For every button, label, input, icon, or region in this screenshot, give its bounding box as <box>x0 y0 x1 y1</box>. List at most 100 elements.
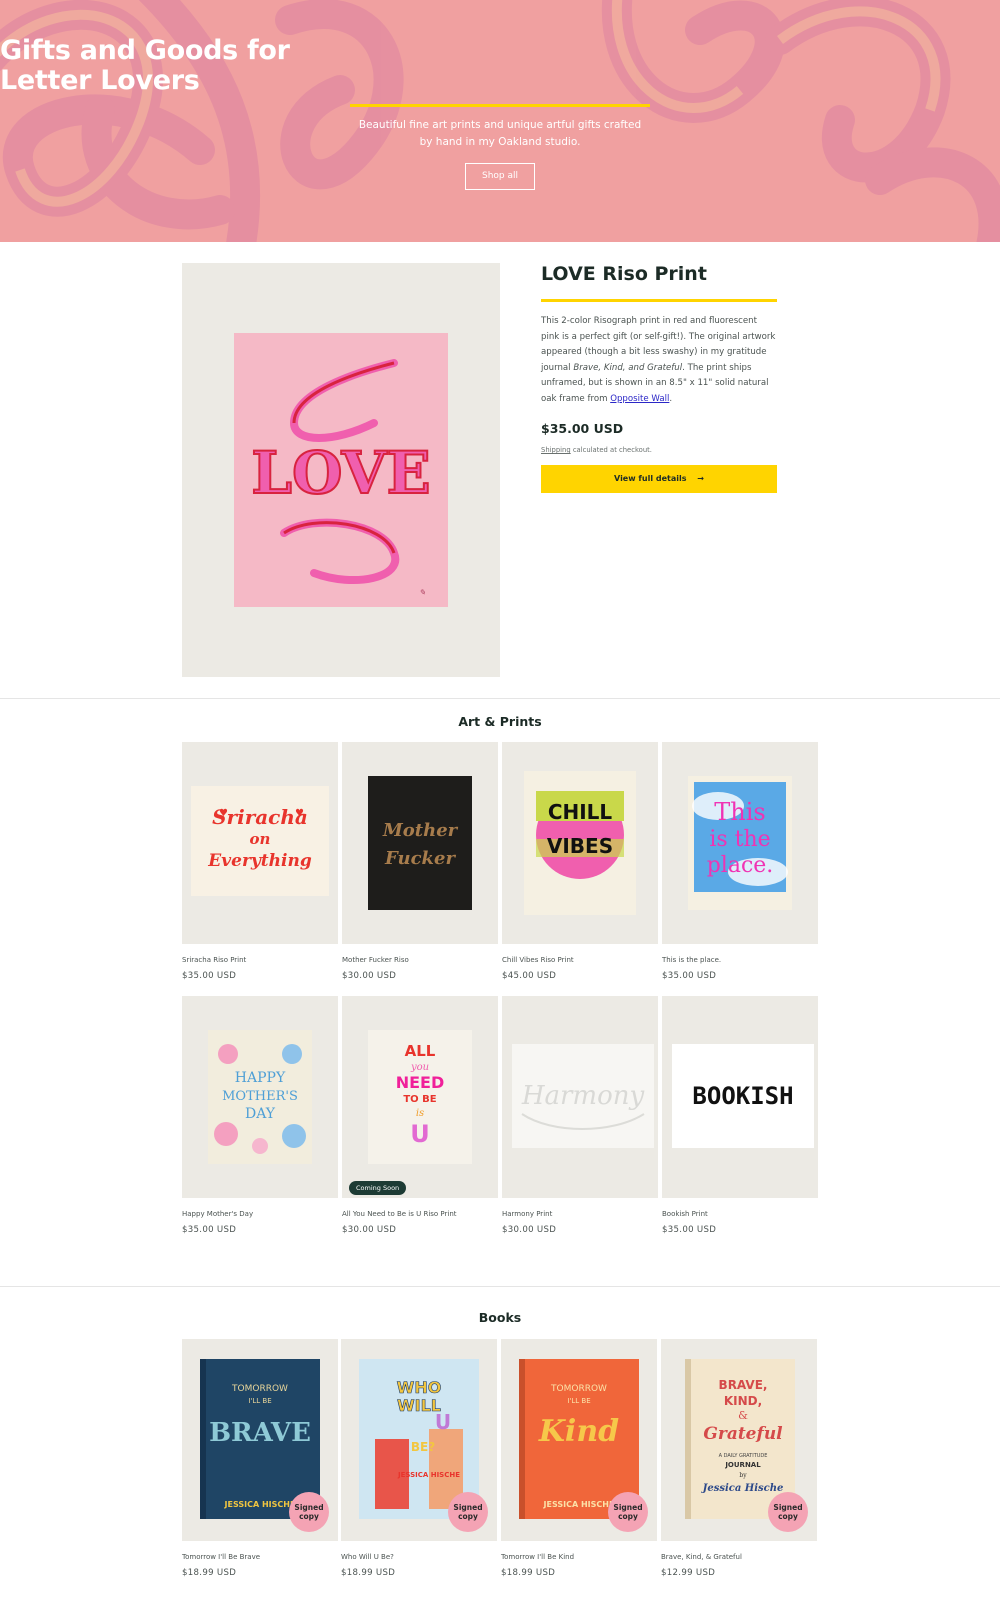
product-name[interactable]: Chill Vibes Riso Print <box>502 956 658 964</box>
svg-text:TO BE: TO BE <box>403 1094 436 1105</box>
svg-text:DAY: DAY <box>245 1106 276 1122</box>
product-image[interactable]: BRAVE, KIND, & Grateful A DAILY GRATITUD… <box>661 1339 817 1541</box>
product-image[interactable]: BOOKISH <box>662 996 818 1198</box>
art-prints-heading: Art & Prints <box>458 714 542 729</box>
svg-text:on: on <box>250 830 271 848</box>
product-name[interactable]: Happy Mother's Day <box>182 1210 338 1218</box>
shipping-text: calculated at checkout. <box>570 446 652 454</box>
featured-title-underline <box>541 299 777 302</box>
svg-text:BRAVE: BRAVE <box>209 1418 311 1448</box>
product-image[interactable]: Sriracha on Everything ♥ ♥ <box>182 742 338 944</box>
harmony-artwork: Harmony <box>512 1044 654 1148</box>
product-name[interactable]: Mother Fucker Riso <box>342 956 498 964</box>
svg-text:I'LL BE: I'LL BE <box>567 1397 590 1405</box>
svg-text:Fucker: Fucker <box>384 848 456 869</box>
svg-text:Grateful: Grateful <box>703 1424 783 1444</box>
signed-copy-badge: Signed copy <box>768 1492 808 1532</box>
opposite-wall-link[interactable]: Opposite Wall <box>610 394 669 404</box>
featured-product-image[interactable]: LOVE ✎ <box>182 263 500 677</box>
svg-text:JESSICA HISCHE: JESSICA HISCHE <box>397 1471 460 1479</box>
svg-text:BRAVE,: BRAVE, <box>719 1378 768 1392</box>
svg-text:BE?: BE? <box>411 1440 435 1454</box>
product-price: $18.99 USD <box>182 1568 237 1578</box>
shop-all-button[interactable]: Shop all <box>465 163 535 190</box>
product-name[interactable]: Brave, Kind, & Grateful <box>661 1553 817 1561</box>
view-full-details-button[interactable]: View full details → <box>541 465 777 493</box>
svg-text:✎: ✎ <box>419 588 426 597</box>
product-price: $18.99 USD <box>501 1568 556 1578</box>
svg-text:copy: copy <box>618 1512 638 1521</box>
product-card[interactable]: CHILL VIBES Chill Vibes Riso Print $45.0… <box>502 742 658 981</box>
svg-text:♥: ♥ <box>295 808 304 819</box>
svg-text:is the: is the <box>709 827 770 852</box>
product-price: $35.00 USD <box>182 1225 237 1235</box>
svg-text:NEED: NEED <box>396 1073 445 1092</box>
product-image[interactable]: TOMORROW I'LL BE Kind JESSICA HISCHE Sig… <box>501 1339 657 1541</box>
product-name[interactable]: Sriracha Riso Print <box>182 956 338 964</box>
signed-copy-badge: Signed copy <box>608 1492 648 1532</box>
product-image[interactable]: CHILL VIBES <box>502 742 658 944</box>
svg-text:Signed: Signed <box>613 1503 642 1512</box>
svg-text:MOTHER'S: MOTHER'S <box>222 1089 298 1104</box>
svg-text:I'LL BE: I'LL BE <box>248 1397 271 1405</box>
love-art-text: LOVE <box>251 439 431 507</box>
svg-text:A DAILY GRATITUDE: A DAILY GRATITUDE <box>719 1453 768 1459</box>
featured-product-title: LOVE Riso Print <box>541 263 707 285</box>
svg-text:Mother: Mother <box>382 820 459 841</box>
product-name[interactable]: Tomorrow I'll Be Brave <box>182 1553 338 1561</box>
product-card[interactable]: Harmony Harmony Print $30.00 USD <box>502 996 658 1235</box>
product-image[interactable]: HAPPY MOTHER'S DAY <box>182 996 338 1198</box>
product-card[interactable]: This is the place. This is the place. $3… <box>662 742 818 981</box>
product-card[interactable]: TOMORROW I'LL BE BRAVE JESSICA HISCHE Si… <box>182 1339 338 1578</box>
svg-text:ALL: ALL <box>405 1042 436 1060</box>
product-price: $35.00 USD <box>662 971 717 981</box>
books-heading: Books <box>478 1310 522 1325</box>
happy-mothers-day-artwork: HAPPY MOTHER'S DAY <box>208 1030 312 1164</box>
product-price: $30.00 USD <box>342 1225 397 1235</box>
product-name[interactable]: Who Will U Be? <box>341 1553 497 1561</box>
svg-text:copy: copy <box>778 1512 798 1521</box>
product-image[interactable]: WHO WILL U BE? JESSICA HISCHE Signed cop… <box>341 1339 497 1541</box>
product-price: $30.00 USD <box>342 971 397 981</box>
hero-underline <box>350 104 650 107</box>
product-image[interactable]: TOMORROW I'LL BE BRAVE JESSICA HISCHE Si… <box>182 1339 338 1541</box>
svg-text:BOOKISH: BOOKISH <box>692 1082 793 1110</box>
signed-copy-badge: Signed copy <box>289 1492 329 1532</box>
product-name[interactable]: This is the place. <box>662 956 818 964</box>
product-image[interactable]: ALL you NEED TO BE is U Coming Soon <box>342 996 498 1198</box>
product-name[interactable]: Bookish Print <box>662 1210 818 1218</box>
product-card[interactable]: WHO WILL U BE? JESSICA HISCHE Signed cop… <box>341 1339 497 1578</box>
product-image[interactable]: Mother Fucker <box>342 742 498 944</box>
product-card[interactable]: Mother Fucker Mother Fucker Riso $30.00 … <box>342 742 498 981</box>
section-divider <box>0 1286 1000 1287</box>
product-price: $45.00 USD <box>502 971 557 981</box>
this-is-the-place-artwork: This is the place. <box>688 776 792 910</box>
product-card[interactable]: BOOKISH Bookish Print $35.00 USD <box>662 996 818 1235</box>
product-name[interactable]: Tomorrow I'll Be Kind <box>501 1553 657 1561</box>
product-card[interactable]: BRAVE, KIND, & Grateful A DAILY GRATITUD… <box>661 1339 817 1578</box>
arrow-right-icon: → <box>697 474 704 483</box>
product-card[interactable]: ALL you NEED TO BE is U Coming Soon All … <box>342 996 498 1235</box>
love-print-artwork: LOVE ✎ <box>234 333 448 607</box>
product-card[interactable]: TOMORROW I'LL BE Kind JESSICA HISCHE Sig… <box>501 1339 657 1578</box>
product-image[interactable]: This is the place. <box>662 742 818 944</box>
product-price: $12.99 USD <box>661 1568 716 1578</box>
featured-product-price: $35.00 USD <box>541 421 624 436</box>
svg-text:U: U <box>435 1410 451 1434</box>
product-name[interactable]: All You Need to Be is U Riso Print <box>342 1210 498 1218</box>
product-name[interactable]: Harmony Print <box>502 1210 658 1218</box>
desc-book-title: Brave, Kind, and Grateful <box>573 362 683 373</box>
product-image[interactable]: Harmony <box>502 996 658 1198</box>
hero-subtitle-line-1: Beautiful fine art prints and unique art… <box>358 119 642 131</box>
all-you-need-artwork: ALL you NEED TO BE is U <box>368 1030 472 1164</box>
shipping-link[interactable]: Shipping <box>541 446 571 454</box>
bookish-artwork: BOOKISH <box>672 1044 814 1148</box>
section-divider <box>0 698 1000 699</box>
product-card[interactable]: Sriracha on Everything ♥ ♥ Sriracha Riso… <box>182 742 338 981</box>
product-card[interactable]: HAPPY MOTHER'S DAY Happy Mother's Day $3… <box>182 996 338 1235</box>
svg-text:This: This <box>714 798 765 826</box>
svg-text:copy: copy <box>458 1512 478 1521</box>
svg-text:TOMORROW: TOMORROW <box>550 1384 607 1394</box>
svg-text:JESSICA HISCHE: JESSICA HISCHE <box>543 1500 615 1509</box>
svg-text:Kind: Kind <box>538 1414 619 1449</box>
